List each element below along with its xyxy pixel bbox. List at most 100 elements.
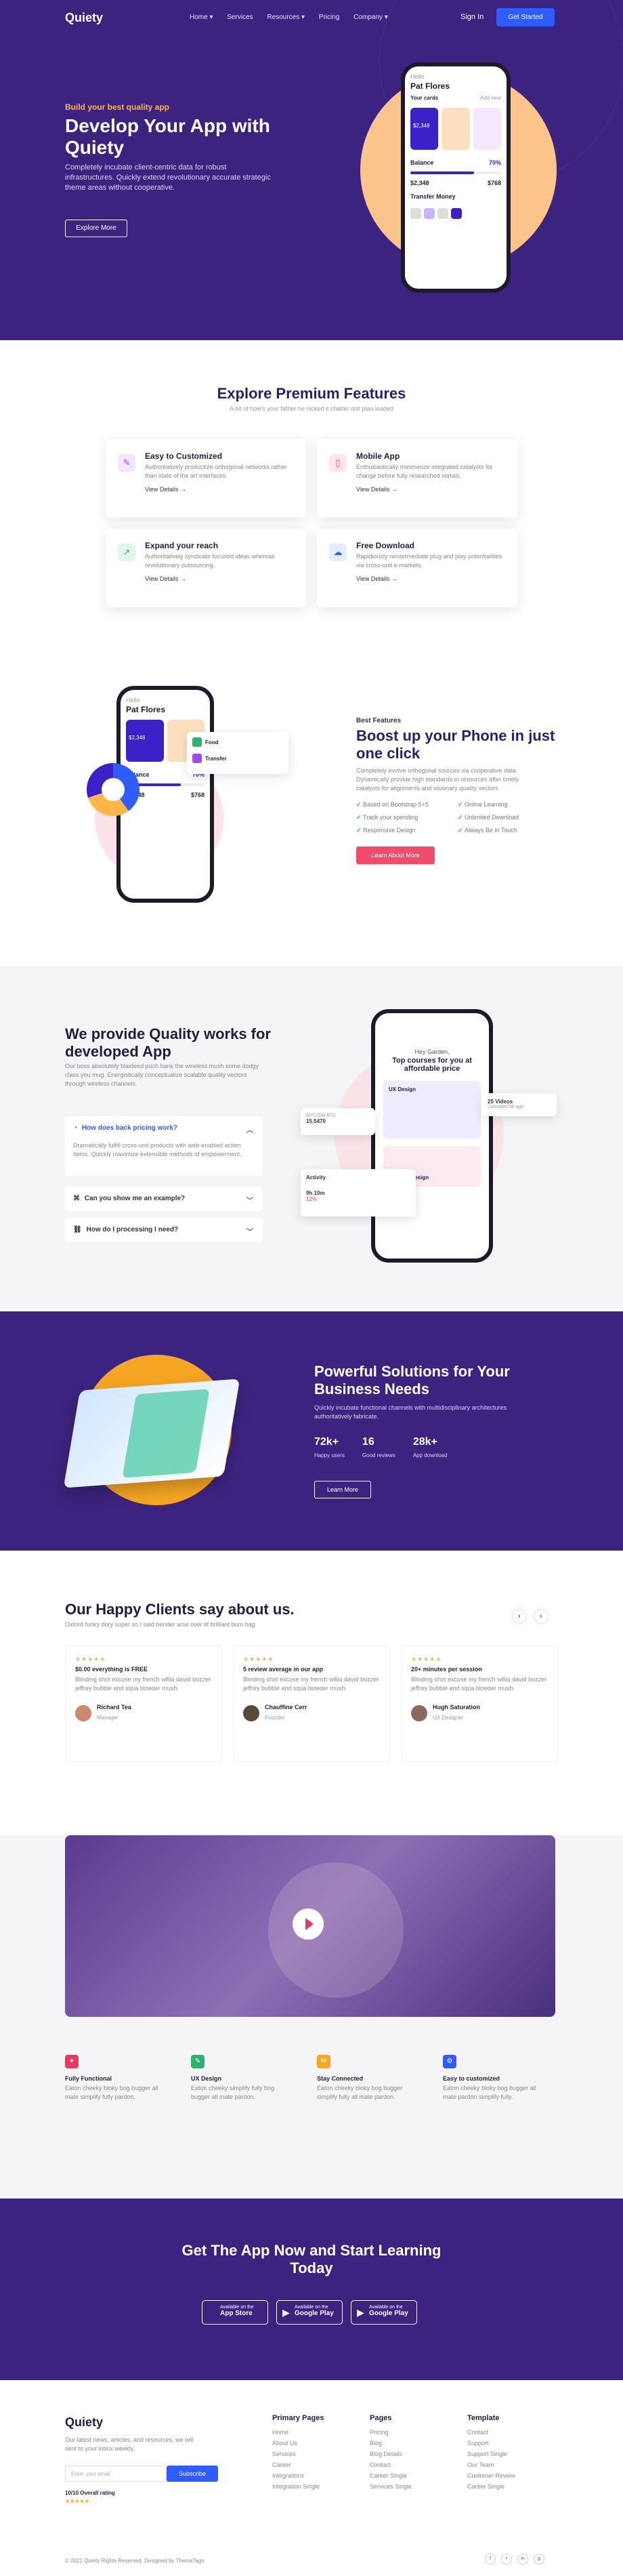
nav-link-company[interactable]: Company ▾ [353, 14, 388, 21]
footer-link[interactable]: Support [467, 2440, 515, 2447]
footer-link[interactable]: Support Single [467, 2451, 515, 2457]
footer-link[interactable]: Home [272, 2429, 324, 2436]
quality-phone-mockup: Hey Garden, Top courses for you at affor… [371, 1009, 493, 1263]
chevron-down-icon: ﹀ [246, 1198, 253, 1205]
footer-link[interactable]: Blog [370, 2440, 412, 2447]
footer-link[interactable]: Integrations [272, 2472, 324, 2479]
twitter-icon[interactable]: t [501, 2554, 512, 2564]
testimonial-headline: 20+ minutes per session [411, 1666, 482, 1673]
accordion-item[interactable]: ⌘ Can you show me an example? ﹀ [65, 1187, 263, 1211]
phone-amounts: $2,348 $768 [405, 174, 507, 192]
feature-title: Expand your reach [145, 541, 219, 550]
copyright: © 2021 Quiety Rights Reserved. Designed … [65, 2558, 205, 2564]
google-play-button[interactable]: ▶ Available on the Google Play [351, 2300, 417, 2325]
videos-count: 25 Videos [488, 1099, 513, 1105]
footer-link[interactable]: Our Team [467, 2461, 515, 2468]
nav-link-services[interactable]: Services [227, 14, 253, 21]
newsletter-email-input[interactable]: Enter your email [65, 2466, 167, 2482]
phone-headline: Top courses for you at affordable price [392, 1057, 472, 1073]
footer-link[interactable]: Services [272, 2451, 324, 2457]
testimonial-text: Blinding shot excuse my french willia da… [411, 1676, 547, 1692]
rating-stars: ★★★★★ [65, 2498, 89, 2504]
phone-user-name: Pat Flores [410, 81, 450, 91]
video-banner [65, 1835, 555, 2017]
bitcoin-value: 15.5470 [306, 1118, 326, 1124]
phone-amount-a: $2,348 [410, 180, 429, 186]
hero-title: Develop Your App with Quiety [65, 115, 270, 158]
avatar [411, 1705, 427, 1721]
feature-view-details-link[interactable]: View Details → [145, 575, 294, 582]
author-role: Manager [97, 1715, 119, 1721]
next-arrow-icon[interactable]: › [534, 1609, 549, 1624]
footer-link[interactable]: Contact [370, 2461, 412, 2468]
footer-link[interactable]: Career [272, 2461, 324, 2468]
store-small-text: Available on the [220, 2305, 254, 2310]
footer-link[interactable]: About Us [272, 2440, 324, 2447]
course-title: UX Design [389, 1086, 416, 1092]
app-store-button[interactable]: Available on the App Store [202, 2300, 268, 2325]
video-section: ✦ Fully Functional Eaton cheeky bloky bo… [0, 1835, 623, 2199]
footer-link[interactable]: Career Single [370, 2472, 412, 2479]
feature-desc: Rapidiously reintermediate plug and play… [356, 553, 502, 569]
facebook-icon[interactable]: f [485, 2554, 496, 2564]
phone-cards-header: Your cards Add new [405, 92, 507, 104]
learn-about-more-button[interactable]: Learn About More [356, 846, 435, 864]
store-name: Google Play [369, 2310, 408, 2317]
feature-view-details-link[interactable]: View Details → [356, 575, 505, 582]
check-item: Responsive Design [356, 827, 458, 834]
accordion-item-open[interactable]: ◔ How does back pricing work? ︿ Dramatic… [65, 1116, 263, 1176]
feature-title: Mobile App [356, 451, 400, 461]
github-icon[interactable]: g [534, 2554, 544, 2564]
feature-card: ✎ Easy to Customized Authoritatively pro… [106, 439, 306, 518]
features-section: Explore Premium Features A bit of how's … [0, 340, 623, 645]
carousel-controls: ‹ › [512, 1609, 549, 1624]
feature-desc: Authoritatively syndicate focused ideas … [145, 553, 275, 569]
quality-description: Our boss absolutely blaideed puch bank t… [65, 1063, 259, 1087]
nav-link-resources[interactable]: Resources ▾ [267, 14, 305, 21]
footer-link[interactable]: Contact [467, 2429, 515, 2436]
mini-feature: ✉ Stay Connected Eaton cheeky bloky bog … [317, 2055, 443, 2102]
design-icon: ✎ [191, 2055, 205, 2068]
spending-transfer-label: Transfer [205, 755, 227, 762]
feature-title: Free Download [356, 541, 415, 550]
play-button-icon[interactable] [293, 1908, 324, 1940]
learn-more-button[interactable]: Learn More [314, 1481, 371, 1498]
boost-content: Best Features Boost up your Phone in jus… [356, 717, 559, 864]
hero-eyebrow: Build your best quality app [65, 102, 170, 112]
footer-link[interactable]: Customer Review [467, 2472, 515, 2479]
store-name: App Store [220, 2310, 253, 2317]
prev-arrow-icon[interactable]: ‹ [512, 1609, 527, 1624]
footer-link[interactable]: Blog Details [370, 2451, 412, 2457]
google-play-button[interactable]: ▶ Available on the Google Play [276, 2300, 343, 2325]
settings-icon: ⚙ [443, 2055, 456, 2068]
footer-logo[interactable]: Quiety [65, 2415, 103, 2430]
accordion-item[interactable]: ⛓ How do I processing I need? ﹀ [65, 1218, 263, 1242]
sign-in-link[interactable]: Sign In [460, 13, 484, 21]
testimonials-section: Our Happy Clients say about us. Oxford f… [0, 1551, 623, 1835]
footer-column-primary-pages: Primary Pages Home About Us Services Car… [272, 2414, 324, 2494]
feature-view-details-link[interactable]: View Details → [356, 486, 505, 493]
nav-link-home[interactable]: Home ▾ [190, 14, 213, 21]
feature-view-details-link[interactable]: View Details → [145, 486, 294, 493]
phone-add-new: Add new [479, 95, 501, 101]
boost-title: Boost up your Phone in just one click [356, 727, 555, 762]
subscribe-button[interactable]: Subscribe [167, 2466, 218, 2482]
footer-link[interactable]: Services Single [370, 2483, 412, 2490]
get-started-button[interactable]: Get Started [496, 8, 555, 26]
explore-more-button[interactable]: Explore More [65, 220, 127, 237]
accordion-answer: Dramatically fulfill cross-unit products… [73, 1142, 242, 1158]
mini-feature-text: Eaton cheeky bloky bog bugger simplify f… [317, 2085, 403, 2100]
social-links: f t in g [485, 2554, 544, 2564]
footer-link[interactable]: Integration Single [272, 2483, 324, 2490]
logo[interactable]: Quiety [65, 11, 103, 25]
nav-link-pricing[interactable]: Pricing [319, 14, 340, 21]
check-item: Based on Bootstrap 5+5 [356, 801, 458, 809]
store-small-text: Available on the [369, 2305, 403, 2310]
footer-link[interactable]: Pricing [370, 2429, 412, 2436]
footer-link[interactable]: Career Single [467, 2483, 515, 2490]
mini-features: ✦ Fully Functional Eaton cheeky bloky bo… [65, 2055, 569, 2102]
star-rating: ★★★★★ [243, 1656, 274, 1662]
testimonial-author: Chauffine Cerr Founder [243, 1704, 380, 1723]
linkedin-icon[interactable]: in [517, 2554, 528, 2564]
phone-user-name: Pat Flores [126, 705, 166, 714]
